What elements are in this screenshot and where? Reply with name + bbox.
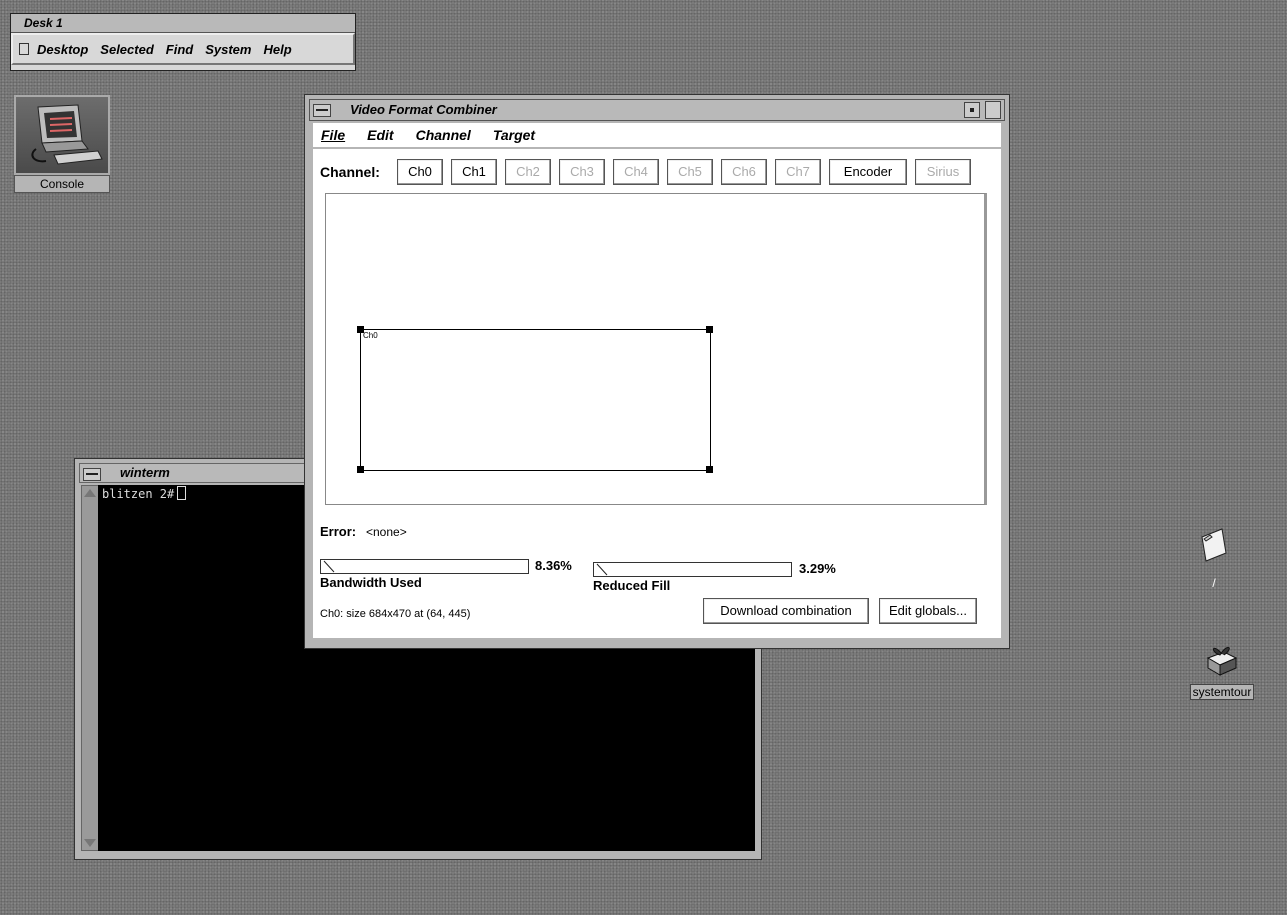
- reduced-fill-gauge: [593, 562, 792, 577]
- channel-button-ch7[interactable]: Ch7: [775, 159, 821, 185]
- menu-channel[interactable]: Channel: [416, 127, 471, 143]
- status-text: Ch0: size 684x470 at (64, 445): [320, 608, 471, 620]
- bandwidth-gauge: [320, 559, 529, 574]
- root-label: /: [1212, 576, 1216, 590]
- resize-handle-bottom-right[interactable]: [706, 466, 713, 473]
- winterm-scrollbar[interactable]: [81, 485, 99, 851]
- console-icon: [14, 95, 110, 175]
- reduced-fill-value: 3.29%: [799, 561, 836, 576]
- vfc-content: Channel: Ch0 Ch1 Ch2 Ch3 Ch4 Ch5 Ch6 Ch7…: [313, 149, 1001, 638]
- console-desktop-icon[interactable]: Console: [14, 95, 110, 193]
- toolchest: Desk 1 Desktop Selected Find System Help: [10, 13, 356, 71]
- channel-label: Channel:: [320, 164, 380, 180]
- terminal-cursor: [177, 486, 187, 500]
- channel-region-ch0[interactable]: Ch0: [360, 329, 711, 471]
- video-format-combiner-window: Video Format Combiner File Edit Channel …: [304, 94, 1010, 649]
- toolchest-title: Desk 1: [11, 14, 355, 33]
- channel-button-encoder[interactable]: Encoder: [829, 159, 907, 185]
- window-menu-icon[interactable]: [313, 104, 331, 117]
- channel-button-ch3[interactable]: Ch3: [559, 159, 605, 185]
- bandwidth-label: Bandwidth Used: [320, 575, 422, 590]
- window-menu-icon[interactable]: [83, 468, 101, 481]
- channel-button-ch2[interactable]: Ch2: [505, 159, 551, 185]
- channel-button-ch1[interactable]: Ch1: [451, 159, 497, 185]
- toolchest-box-icon[interactable]: [19, 43, 29, 55]
- gauge-marker-icon: [596, 563, 608, 576]
- vfc-titlebar[interactable]: Video Format Combiner: [309, 99, 1005, 121]
- region-label: Ch0: [363, 331, 378, 340]
- menu-help[interactable]: Help: [263, 42, 291, 57]
- menu-system[interactable]: System: [205, 42, 251, 57]
- resize-handle-top-left[interactable]: [357, 326, 364, 333]
- toolchest-menubar: Desktop Selected Find System Help: [11, 33, 355, 65]
- minimize-icon[interactable]: [964, 102, 980, 118]
- bandwidth-value: 8.36%: [535, 558, 572, 573]
- folder-icon: [1201, 528, 1227, 562]
- resize-handle-top-right[interactable]: [706, 326, 713, 333]
- channel-button-ch6[interactable]: Ch6: [721, 159, 767, 185]
- systemtour-desktop-icon[interactable]: systemtour: [1183, 638, 1261, 701]
- channel-button-ch5[interactable]: Ch5: [667, 159, 713, 185]
- maximize-icon[interactable]: [985, 101, 1001, 119]
- terminal-prompt: blitzen 2#: [102, 487, 175, 501]
- root-desktop-icon[interactable]: /: [1196, 525, 1240, 590]
- resize-handle-bottom-left[interactable]: [357, 466, 364, 473]
- reduced-fill-label: Reduced Fill: [593, 578, 671, 593]
- layout-canvas[interactable]: Ch0: [325, 193, 987, 505]
- scroll-up-icon[interactable]: [83, 488, 97, 498]
- error-value: <none>: [366, 525, 407, 539]
- gift-icon: [1206, 646, 1238, 676]
- vfc-title: Video Format Combiner: [350, 102, 497, 117]
- menu-find[interactable]: Find: [166, 42, 193, 57]
- menu-edit[interactable]: Edit: [367, 127, 393, 143]
- edit-globals-button[interactable]: Edit globals...: [879, 598, 977, 624]
- menu-desktop[interactable]: Desktop: [37, 42, 88, 57]
- channel-button-ch4[interactable]: Ch4: [613, 159, 659, 185]
- menu-selected[interactable]: Selected: [100, 42, 153, 57]
- download-combination-button[interactable]: Download combination: [703, 598, 869, 624]
- menu-file[interactable]: File: [321, 127, 345, 143]
- vfc-menubar: File Edit Channel Target: [313, 123, 1001, 147]
- gauge-marker-icon: [323, 560, 335, 573]
- channel-button-ch0[interactable]: Ch0: [397, 159, 443, 185]
- systemtour-label: systemtour: [1189, 684, 1255, 700]
- scroll-down-icon[interactable]: [83, 838, 97, 848]
- error-label: Error:: [320, 524, 357, 539]
- winterm-title: winterm: [120, 465, 170, 480]
- menu-target[interactable]: Target: [493, 127, 535, 143]
- channel-button-sirius[interactable]: Sirius: [915, 159, 971, 185]
- console-label: Console: [14, 175, 110, 193]
